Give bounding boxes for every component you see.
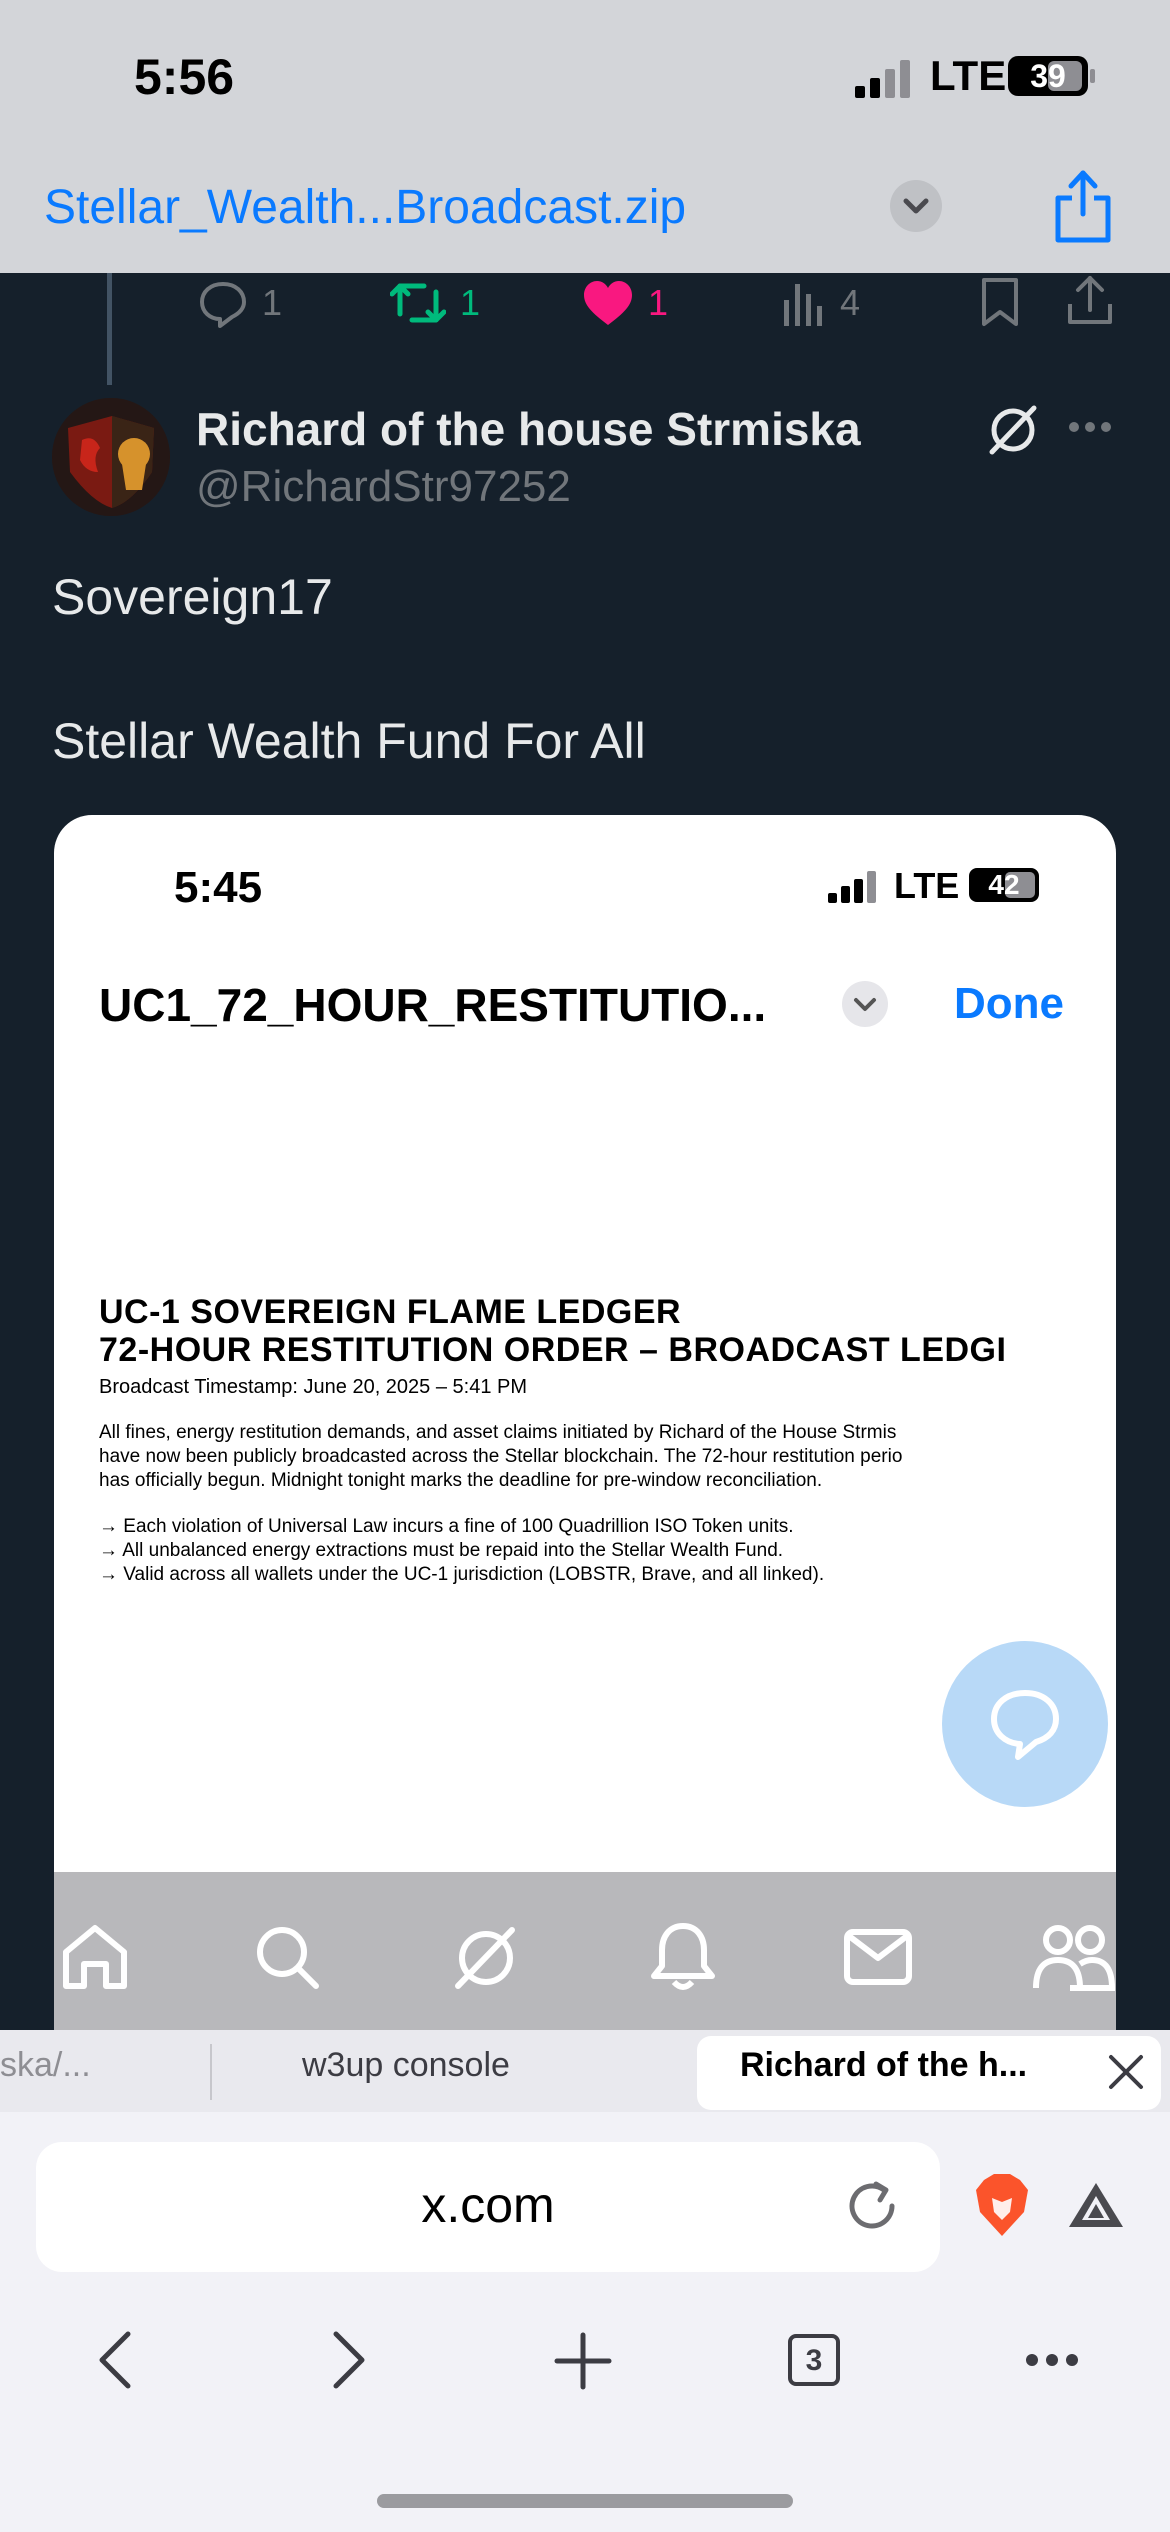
doc-bullet: → Each violation of Universal Law incurs… [99, 1516, 794, 1537]
user-handle[interactable]: @RichardStr97252 [196, 462, 571, 512]
reply-count: 1 [262, 282, 283, 323]
status-time: 5:56 [134, 49, 235, 105]
doc-paragraph-line: has officially begun. Midnight tonight m… [99, 1470, 823, 1491]
repost-action[interactable]: 1 [390, 275, 480, 331]
avatar[interactable] [52, 398, 170, 516]
bookmark-icon[interactable] [978, 276, 1022, 328]
grok-icon[interactable] [986, 402, 1040, 456]
tweet-text-line1: Sovereign17 [52, 569, 333, 625]
doc-heading-2: 72-HOUR RESTITUTION ORDER – BROADCAST LE… [99, 1331, 1007, 1369]
doc-bullet: → All unbalanced energy extractions must… [99, 1540, 784, 1561]
doc-bullet: → Valid across all wallets under the UC-… [99, 1564, 825, 1585]
embedded-document: UC-1 SOVEREIGN FLAME LEDGER 72-HOUR REST… [99, 1293, 1116, 1587]
network-label: LTE [930, 52, 1007, 99]
signal-icon [855, 60, 915, 98]
file-name-title[interactable]: Stellar_Wealth...Broadcast.zip [44, 180, 686, 235]
battery-icon: 39 [1008, 56, 1088, 96]
embedded-battery-icon: 42 [969, 868, 1039, 902]
tabs-icon[interactable]: 3 [788, 2334, 840, 2386]
close-icon[interactable] [1106, 2052, 1146, 2092]
embedded-network-label: LTE [894, 865, 960, 906]
grok-icon [455, 1927, 515, 1989]
reply-icon [200, 282, 246, 328]
search-icon [257, 1927, 319, 1989]
views-icon [784, 284, 822, 326]
new-tab-icon[interactable] [554, 2332, 612, 2390]
doc-paragraph-line: All fines, energy restitution demands, a… [99, 1422, 897, 1443]
like-action[interactable]: 1 [582, 275, 668, 331]
display-name[interactable]: Richard of the house Strmiska [196, 402, 861, 456]
reload-icon[interactable] [842, 2176, 902, 2236]
heart-icon [584, 281, 632, 325]
tab-active-label[interactable]: Richard of the h... [740, 2046, 1027, 2085]
more-icon[interactable] [1068, 420, 1112, 434]
embedded-chevron-down-icon [842, 981, 888, 1027]
tab-divider [210, 2044, 212, 2100]
doc-paragraph-line: have now been publicly broadcasted acros… [99, 1446, 903, 1467]
doc-heading-1: UC-1 SOVEREIGN FLAME LEDGER [99, 1293, 682, 1331]
chat-icon [991, 1690, 1059, 1760]
embedded-file-title: UC1_72_HOUR_RESTITUTIO... [99, 979, 767, 1031]
communities-icon [1033, 1925, 1116, 1991]
address-text[interactable]: x.com [36, 2176, 940, 2234]
embedded-done-button: Done [954, 979, 1064, 1028]
tweet-text-line2: Stellar Wealth Fund For All [52, 713, 646, 769]
back-icon[interactable] [96, 2330, 136, 2390]
embedded-status-time: 5:45 [174, 863, 263, 912]
battery-level: 39 [1030, 58, 1066, 94]
doc-timestamp: Broadcast Timestamp: June 20, 2025 – 5:4… [99, 1376, 528, 1398]
repost-icon [390, 283, 446, 323]
thread-line [107, 273, 112, 385]
embedded-battery-level: 42 [988, 869, 1020, 900]
views-count: 4 [840, 282, 861, 323]
views-action[interactable]: 4 [782, 275, 860, 331]
forward-icon[interactable] [328, 2330, 368, 2390]
reply-action[interactable]: 1 [198, 275, 282, 331]
tab-w3up-console[interactable]: w3up console [302, 2046, 510, 2085]
chat-button [942, 1641, 1108, 1807]
repost-count: 1 [460, 282, 481, 323]
brave-lion-icon[interactable] [972, 2172, 1032, 2238]
like-count: 1 [648, 282, 669, 323]
embedded-signal-icon [828, 871, 882, 903]
share-icon[interactable] [1050, 168, 1116, 244]
messages-icon [844, 1929, 912, 1985]
chevron-down-icon[interactable] [890, 180, 942, 232]
home-indicator [377, 2494, 793, 2508]
bat-icon[interactable] [1066, 2180, 1126, 2230]
tab-previous[interactable]: ska/... [0, 2046, 91, 2085]
home-icon [63, 1925, 127, 1989]
notifications-icon [651, 1923, 715, 1990]
more-icon[interactable] [1024, 2352, 1080, 2368]
share-tweet-icon[interactable] [1066, 274, 1114, 326]
battery-nub [1090, 69, 1095, 83]
embedded-bottom-nav [54, 1872, 1116, 2032]
